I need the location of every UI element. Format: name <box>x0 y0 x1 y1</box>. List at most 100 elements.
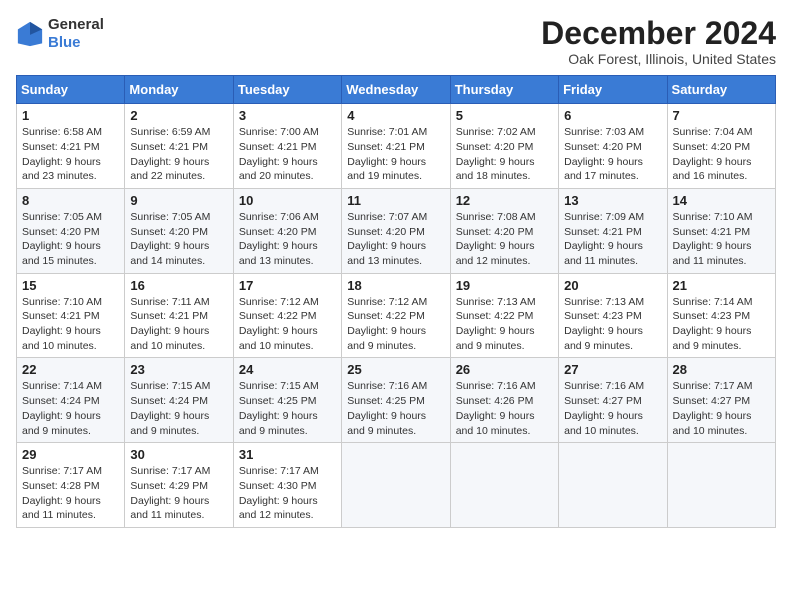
daylight-hours: Daylight: 9 hours and 15 minutes. <box>22 239 119 268</box>
sunrise-time: Sunrise: 7:14 AM <box>673 295 770 310</box>
sunrise-time: Sunrise: 7:16 AM <box>456 379 553 394</box>
daylight-hours: Daylight: 9 hours and 9 minutes. <box>130 409 227 438</box>
day-number: 12 <box>456 193 553 208</box>
day-cell-30: 30 Sunrise: 7:17 AMSunset: 4:29 PMDayligh… <box>125 443 233 528</box>
sunset-time: Sunset: 4:25 PM <box>239 394 336 409</box>
day-info: Sunrise: 7:02 AMSunset: 4:20 PMDaylight:… <box>456 125 553 184</box>
day-number: 29 <box>22 447 119 462</box>
sunrise-time: Sunrise: 7:06 AM <box>239 210 336 225</box>
sunset-time: Sunset: 4:23 PM <box>564 309 661 324</box>
day-info: Sunrise: 7:15 AMSunset: 4:25 PMDaylight:… <box>239 379 336 438</box>
daylight-hours: Daylight: 9 hours and 20 minutes. <box>239 155 336 184</box>
sunrise-time: Sunrise: 7:01 AM <box>347 125 444 140</box>
day-cell-10: 10Sunrise: 7:06 AMSunset: 4:20 PMDayligh… <box>233 188 341 273</box>
day-number: 4 <box>347 108 444 123</box>
sunrise-time: Sunrise: 7:02 AM <box>456 125 553 140</box>
day-info: Sunrise: 6:59 AMSunset: 4:21 PMDaylight:… <box>130 125 227 184</box>
sunrise-time: Sunrise: 7:17 AM <box>239 464 336 479</box>
daylight-hours: Daylight: 9 hours and 16 minutes. <box>673 155 770 184</box>
weekday-header-sunday: Sunday <box>17 76 125 104</box>
sunset-time: Sunset: 4:21 PM <box>673 225 770 240</box>
calendar-week-4: 22Sunrise: 7:14 AMSunset: 4:24 PMDayligh… <box>17 358 776 443</box>
sunset-time: Sunset: 4:21 PM <box>130 309 227 324</box>
day-info: Sunrise: 7:14 AMSunset: 4:24 PMDaylight:… <box>22 379 119 438</box>
day-info: Sunrise: 7:16 AMSunset: 4:25 PMDaylight:… <box>347 379 444 438</box>
day-cell-25: 25 Sunrise: 7:16 AMSunset: 4:25 PMDayligh… <box>342 358 450 443</box>
sunrise-time: Sunrise: 7:17 AM <box>22 464 119 479</box>
day-info: Sunrise: 7:14 AMSunset: 4:23 PMDaylight:… <box>673 295 770 354</box>
daylight-hours: Daylight: 9 hours and 13 minutes. <box>239 239 336 268</box>
sunset-time: Sunset: 4:20 PM <box>673 140 770 155</box>
daylight-hours: Daylight: 9 hours and 11 minutes. <box>130 494 227 523</box>
day-info: Sunrise: 7:06 AMSunset: 4:20 PMDaylight:… <box>239 210 336 269</box>
sunset-time: Sunset: 4:23 PM <box>673 309 770 324</box>
sunrise-time: Sunrise: 7:16 AM <box>347 379 444 394</box>
day-number: 3 <box>239 108 336 123</box>
sunrise-time: Sunrise: 7:10 AM <box>22 295 119 310</box>
daylight-hours: Daylight: 9 hours and 10 minutes. <box>130 324 227 353</box>
daylight-hours: Daylight: 9 hours and 19 minutes. <box>347 155 444 184</box>
day-cell-4: 4Sunrise: 7:01 AMSunset: 4:21 PMDaylight… <box>342 104 450 189</box>
daylight-hours: Daylight: 9 hours and 10 minutes. <box>22 324 119 353</box>
sunset-time: Sunset: 4:22 PM <box>239 309 336 324</box>
sunset-time: Sunset: 4:21 PM <box>22 140 119 155</box>
day-cell-7: 7Sunrise: 7:04 AMSunset: 4:20 PMDaylight… <box>667 104 775 189</box>
sunrise-time: Sunrise: 7:17 AM <box>673 379 770 394</box>
day-cell-8: 8Sunrise: 7:05 AMSunset: 4:20 PMDaylight… <box>17 188 125 273</box>
sunrise-time: Sunrise: 7:09 AM <box>564 210 661 225</box>
calendar-week-2: 8 Sunrise: 7:05 AMSunset: 4:20 PMDaylight… <box>17 188 776 273</box>
day-number: 2 <box>130 108 227 123</box>
month-title: December 2024 <box>541 16 776 51</box>
empty-cell <box>450 443 558 528</box>
day-cell-14: 14Sunrise: 7:10 AMSunset: 4:21 PMDayligh… <box>667 188 775 273</box>
day-number: 9 <box>130 193 227 208</box>
sunrise-time: Sunrise: 7:12 AM <box>239 295 336 310</box>
day-cell-27: 27Sunrise: 7:16 AMSunset: 4:27 PMDayligh… <box>559 358 667 443</box>
day-number: 13 <box>564 193 661 208</box>
day-info: Sunrise: 7:05 AMSunset: 4:20 PMDaylight:… <box>130 210 227 269</box>
calendar-week-5: 29 Sunrise: 7:17 AMSunset: 4:28 PMDayligh… <box>17 443 776 528</box>
sunset-time: Sunset: 4:22 PM <box>347 309 444 324</box>
day-cell-2: 2 Sunrise: 6:59 AMSunset: 4:21 PMDaylight… <box>125 104 233 189</box>
day-number: 18 <box>347 278 444 293</box>
sunrise-time: Sunrise: 7:14 AM <box>22 379 119 394</box>
sunrise-time: Sunrise: 7:17 AM <box>130 464 227 479</box>
day-number: 28 <box>673 362 770 377</box>
day-number: 30 <box>130 447 227 462</box>
daylight-hours: Daylight: 9 hours and 10 minutes. <box>564 409 661 438</box>
day-info: Sunrise: 7:08 AMSunset: 4:20 PMDaylight:… <box>456 210 553 269</box>
day-number: 27 <box>564 362 661 377</box>
day-number: 1 <box>22 108 119 123</box>
day-info: Sunrise: 7:17 AMSunset: 4:28 PMDaylight:… <box>22 464 119 523</box>
day-cell-15: 15Sunrise: 7:10 AMSunset: 4:21 PMDayligh… <box>17 273 125 358</box>
sunrise-time: Sunrise: 7:04 AM <box>673 125 770 140</box>
sunset-time: Sunset: 4:27 PM <box>564 394 661 409</box>
day-cell-17: 17Sunrise: 7:12 AMSunset: 4:22 PMDayligh… <box>233 273 341 358</box>
day-info: Sunrise: 7:03 AMSunset: 4:20 PMDaylight:… <box>564 125 661 184</box>
day-number: 8 <box>22 193 119 208</box>
day-number: 25 <box>347 362 444 377</box>
sunset-time: Sunset: 4:22 PM <box>456 309 553 324</box>
weekday-header-wednesday: Wednesday <box>342 76 450 104</box>
day-cell-26: 26Sunrise: 7:16 AMSunset: 4:26 PMDayligh… <box>450 358 558 443</box>
day-info: Sunrise: 7:13 AMSunset: 4:22 PMDaylight:… <box>456 295 553 354</box>
day-cell-20: 20Sunrise: 7:13 AMSunset: 4:23 PMDayligh… <box>559 273 667 358</box>
daylight-hours: Daylight: 9 hours and 11 minutes. <box>673 239 770 268</box>
sunset-time: Sunset: 4:21 PM <box>22 309 119 324</box>
day-info: Sunrise: 6:58 AMSunset: 4:21 PMDaylight:… <box>22 125 119 184</box>
day-cell-9: 9 Sunrise: 7:05 AMSunset: 4:20 PMDaylight… <box>125 188 233 273</box>
sunrise-time: Sunrise: 7:12 AM <box>347 295 444 310</box>
sunset-time: Sunset: 4:20 PM <box>130 225 227 240</box>
day-info: Sunrise: 7:07 AMSunset: 4:20 PMDaylight:… <box>347 210 444 269</box>
daylight-hours: Daylight: 9 hours and 9 minutes. <box>22 409 119 438</box>
day-info: Sunrise: 7:10 AMSunset: 4:21 PMDaylight:… <box>673 210 770 269</box>
day-number: 11 <box>347 193 444 208</box>
sunset-time: Sunset: 4:29 PM <box>130 479 227 494</box>
day-cell-22: 22Sunrise: 7:14 AMSunset: 4:24 PMDayligh… <box>17 358 125 443</box>
day-number: 20 <box>564 278 661 293</box>
day-cell-19: 19Sunrise: 7:13 AMSunset: 4:22 PMDayligh… <box>450 273 558 358</box>
sunset-time: Sunset: 4:20 PM <box>22 225 119 240</box>
calendar-week-1: 1 Sunrise: 6:58 AMSunset: 4:21 PMDaylight… <box>17 104 776 189</box>
sunrise-time: Sunrise: 7:15 AM <box>130 379 227 394</box>
calendar-week-3: 15Sunrise: 7:10 AMSunset: 4:21 PMDayligh… <box>17 273 776 358</box>
